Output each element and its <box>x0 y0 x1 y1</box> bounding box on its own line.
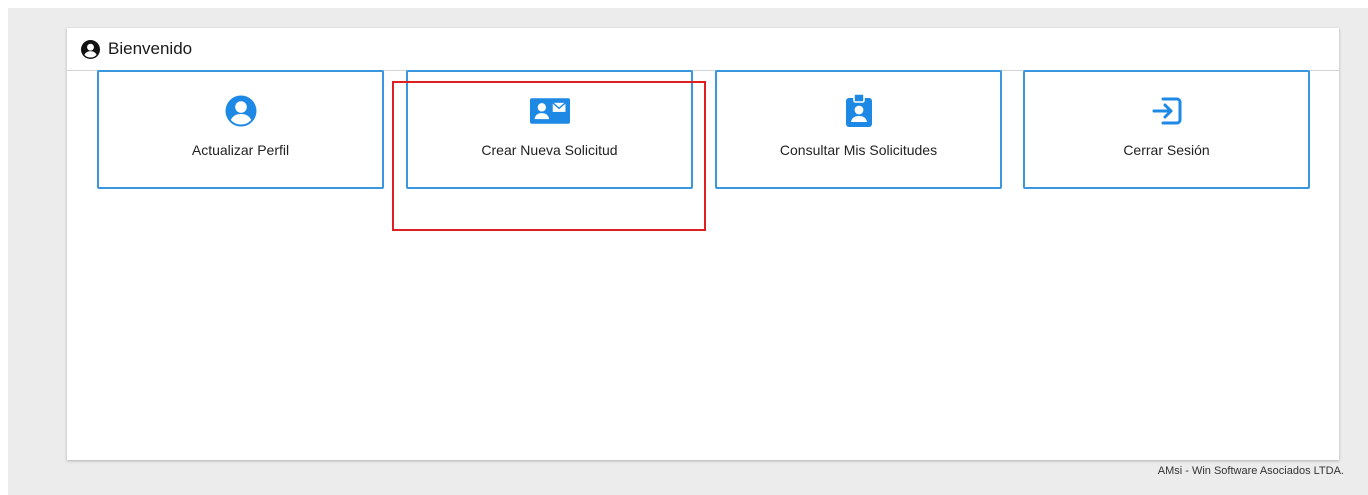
tile-label: Actualizar Perfil <box>191 142 290 158</box>
logout-tile[interactable]: Cerrar Sesión <box>1023 70 1310 189</box>
sign-out-icon <box>1147 95 1187 127</box>
user-circle-icon <box>81 39 100 59</box>
tile-label: Cerrar Sesión <box>1123 142 1210 158</box>
page-title: Bienvenido <box>108 39 193 58</box>
view-requests-tile[interactable]: Consultar Mis Solicitudes <box>715 70 1002 189</box>
highlight-box <box>392 81 706 231</box>
panel-header: Bienvenido <box>67 28 1339 71</box>
update-profile-tile[interactable]: Actualizar Perfil <box>97 70 384 189</box>
user-circle-icon <box>221 95 261 127</box>
tile-label: Consultar Mis Solicitudes <box>779 142 938 158</box>
id-badge-icon <box>839 94 879 127</box>
footer-credit: AMsi - Win Software Asociados LTDA. <box>1157 465 1344 477</box>
